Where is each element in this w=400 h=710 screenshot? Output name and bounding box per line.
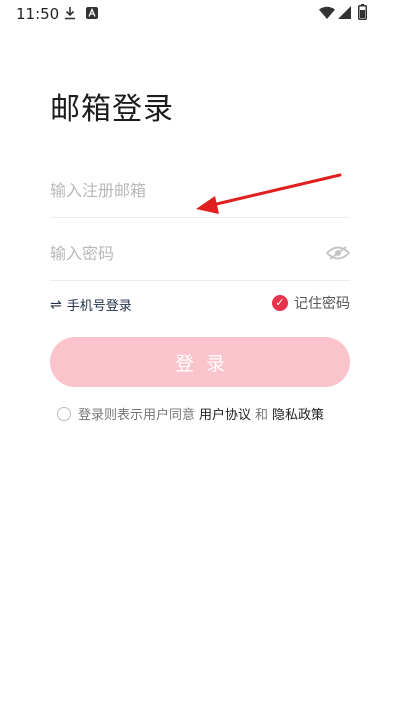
agreement-radio[interactable] bbox=[57, 406, 71, 421]
password-input[interactable] bbox=[50, 233, 310, 273]
privacy-policy-link[interactable]: 隐私政策 bbox=[272, 404, 324, 423]
login-button[interactable]: 登录 bbox=[50, 337, 350, 387]
phone-login-label: 手机号登录 bbox=[66, 299, 132, 314]
swap-icon: ⇌ bbox=[50, 296, 62, 313]
status-time: 11:50 bbox=[16, 5, 60, 23]
page-title: 邮箱登录 bbox=[50, 92, 174, 127]
phone-login-link[interactable]: ⇌ 手机号登录 bbox=[50, 295, 132, 315]
email-input-row bbox=[50, 170, 350, 218]
app-a-icon bbox=[86, 7, 98, 19]
agreement-and: 和 bbox=[255, 408, 269, 423]
wifi-icon bbox=[319, 6, 335, 19]
agreement-text: 登录则表示用户同意 bbox=[78, 408, 196, 423]
email-input[interactable] bbox=[50, 170, 310, 210]
eye-hidden-icon[interactable] bbox=[326, 245, 350, 261]
download-icon bbox=[65, 7, 75, 20]
remember-password-label: 记住密码 bbox=[294, 296, 350, 312]
agreement-row: 登录则表示用户同意 用户协议 和 隐私政策 bbox=[57, 404, 328, 423]
check-icon: ✓ bbox=[272, 295, 288, 311]
battery-icon bbox=[358, 4, 367, 20]
user-agreement-link[interactable]: 用户协议 bbox=[199, 404, 251, 423]
status-bar: 11:50 bbox=[0, 0, 400, 28]
remember-password-toggle[interactable]: ✓ 记住密码 bbox=[272, 293, 350, 313]
signal-icon bbox=[338, 6, 351, 19]
password-input-row bbox=[50, 233, 350, 281]
